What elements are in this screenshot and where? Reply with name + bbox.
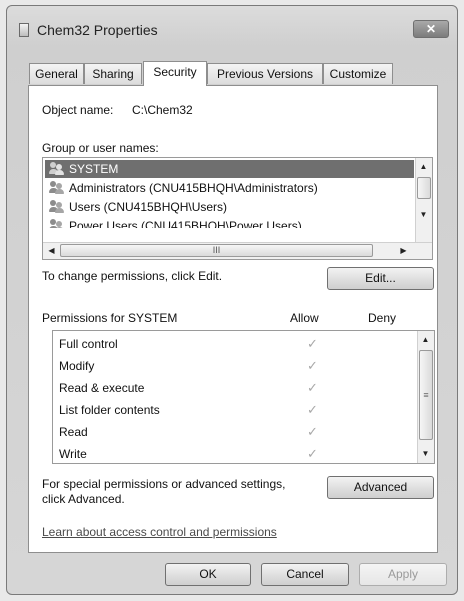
permission-name: Read	[59, 425, 88, 439]
user-group-icon	[49, 162, 65, 175]
ok-button[interactable]: OK	[165, 563, 251, 586]
advanced-button[interactable]: Advanced	[327, 476, 434, 499]
tab-sharing[interactable]: Sharing	[84, 63, 142, 84]
list-item-power-users[interactable]: Power Users (CNU415BHQH\Power Users)	[45, 217, 414, 228]
check-icon: ✓	[307, 402, 318, 417]
tab-previous-versions[interactable]: Previous Versions	[207, 63, 323, 84]
user-group-icon	[49, 200, 65, 213]
list-item-administrators[interactable]: Administrators (CNU415BHQH\Administrator…	[45, 179, 414, 197]
scroll-thumb-horizontal[interactable]: III	[60, 244, 373, 257]
list-item-users[interactable]: Users (CNU415BHQH\Users)	[45, 198, 414, 216]
allow-header: Allow	[290, 311, 319, 325]
user-list-hscrollbar[interactable]: ◀ III ▶	[43, 242, 432, 259]
scroll-right-arrow-icon[interactable]: ▶	[396, 243, 411, 258]
scroll-thumb[interactable]: ≡	[419, 350, 433, 440]
advanced-text-line2: click Advanced.	[42, 492, 125, 506]
permission-row: List folder contents ✓	[55, 399, 415, 421]
tab-customize[interactable]: Customize	[323, 63, 393, 84]
security-panel: Object name: C:\Chem32 Group or user nam…	[28, 85, 438, 553]
tab-security[interactable]: Security	[143, 61, 207, 86]
apply-button[interactable]: Apply	[359, 563, 447, 586]
object-name-value: C:\Chem32	[132, 103, 193, 117]
close-icon[interactable]: ✕	[413, 20, 449, 38]
user-name: Power Users (CNU415BHQH\Power Users)	[69, 219, 302, 228]
user-name: Administrators (CNU415BHQH\Administrator…	[69, 181, 318, 195]
permission-name: Read & execute	[59, 381, 145, 395]
window-icon	[19, 23, 29, 37]
edit-button[interactable]: Edit...	[327, 267, 434, 290]
permission-row: Modify ✓	[55, 355, 415, 377]
scroll-left-arrow-icon[interactable]: ◀	[44, 243, 59, 258]
scroll-up-arrow-icon[interactable]: ▲	[418, 332, 433, 347]
change-permissions-text: To change permissions, click Edit.	[42, 269, 223, 283]
cancel-button[interactable]: Cancel	[261, 563, 349, 586]
permission-name: List folder contents	[59, 403, 160, 417]
deny-header: Deny	[368, 311, 397, 325]
user-name: Users (CNU415BHQH\Users)	[69, 200, 228, 214]
permission-row: Full control ✓	[55, 333, 415, 355]
list-item-system[interactable]: SYSTEM	[45, 160, 414, 178]
permission-row: Read ✓	[55, 421, 415, 443]
window-title: Chem32 Properties	[37, 22, 158, 38]
user-group-icon	[49, 181, 65, 194]
user-name: SYSTEM	[69, 162, 119, 176]
title-bar[interactable]: Chem32 Properties ✕	[7, 6, 457, 48]
object-name-label: Object name:	[42, 103, 114, 117]
permission-name: Modify	[59, 359, 95, 373]
check-icon: ✓	[307, 358, 318, 373]
group-users-label: Group or user names:	[42, 141, 159, 155]
permission-name: Full control	[59, 337, 118, 351]
check-icon: ✓	[307, 446, 318, 461]
check-icon: ✓	[307, 380, 318, 395]
permission-row: Write ✓	[55, 443, 415, 463]
properties-dialog: Chem32 Properties ✕ General Sharing Secu…	[6, 5, 458, 595]
advanced-text-line1: For special permissions or advanced sett…	[42, 477, 286, 491]
scroll-down-arrow-icon[interactable]: ▼	[418, 446, 433, 461]
learn-more-link[interactable]: Learn about access control and permissio…	[42, 525, 277, 539]
user-list[interactable]: SYSTEM Administrators (CNU415BHQH\Admini…	[42, 157, 433, 260]
tab-general[interactable]: General	[29, 63, 84, 84]
scroll-thumb[interactable]	[417, 177, 431, 199]
check-icon: ✓	[307, 424, 318, 439]
permissions-list[interactable]: Full control ✓ Modify ✓ Read & execute ✓…	[52, 330, 435, 464]
scroll-up-arrow-icon[interactable]: ▲	[416, 159, 431, 174]
permissions-header: Permissions for SYSTEM	[42, 311, 178, 325]
check-icon: ✓	[307, 336, 318, 351]
user-list-vscrollbar[interactable]: ▲ ▼	[415, 158, 432, 242]
permission-name: Write	[59, 447, 87, 461]
permissions-vscrollbar[interactable]: ▲ ≡ ▼	[417, 331, 434, 463]
permission-row: Read & execute ✓	[55, 377, 415, 399]
user-group-icon	[49, 219, 65, 228]
scroll-down-arrow-icon[interactable]: ▼	[416, 207, 431, 222]
